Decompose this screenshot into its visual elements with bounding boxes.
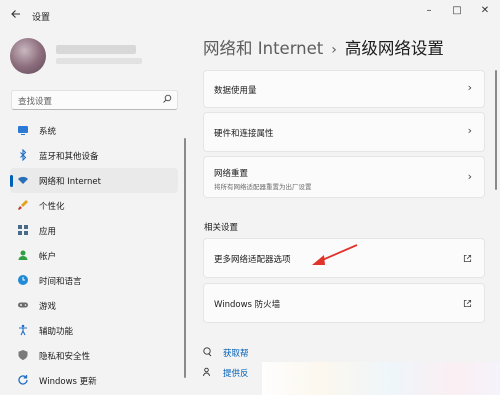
content-scrollbar[interactable] <box>495 70 497 190</box>
sidebar-item-label: 系统 <box>39 127 57 137</box>
back-button[interactable] <box>8 8 24 24</box>
user-email-blurred <box>56 58 142 64</box>
sidebar-item-label: 隐私和安全性 <box>39 352 91 362</box>
card-subtitle: 将所有网络适配器重置为出厂设置 <box>214 183 312 191</box>
maximize-button[interactable]: □ <box>446 4 468 18</box>
sidebar-item-label: 辅助功能 <box>39 327 74 337</box>
card-title: 硬件和连接属性 <box>214 129 274 139</box>
breadcrumb-separator: › <box>331 42 337 58</box>
get-help-label: 获取帮 <box>223 349 249 359</box>
card-title: 网络重置 <box>214 169 249 179</box>
user-name-blurred <box>56 45 136 54</box>
windows-firewall-card[interactable]: Windows 防火墙 <box>203 283 485 323</box>
sidebar-item-gaming[interactable]: 游戏 <box>10 293 178 318</box>
accessibility-icon <box>19 324 27 336</box>
bluetooth-icon <box>20 149 27 161</box>
sidebar-item-accounts[interactable]: 帐户 <box>10 243 178 268</box>
overlay-strip <box>262 362 500 395</box>
search-icon <box>163 94 172 103</box>
sidebar-nav: 系统 蓝牙和其他设备 网络和 Internet 个性化 应用 帐户 时间和语言 … <box>10 118 178 393</box>
data-usage-card[interactable]: 数据使用量 › <box>203 70 485 108</box>
sidebar-item-network[interactable]: 网络和 Internet <box>10 168 178 193</box>
shield-icon <box>18 350 28 360</box>
external-link-icon <box>463 299 472 308</box>
sidebar-item-accessibility[interactable]: 辅助功能 <box>10 318 178 343</box>
brush-icon <box>18 200 28 210</box>
minimize-button[interactable]: – <box>418 4 440 18</box>
sidebar-item-label: 网络和 Internet <box>39 177 101 187</box>
sidebar-item-label: 时间和语言 <box>39 277 82 287</box>
close-button[interactable]: ✕ <box>474 4 496 18</box>
sidebar-item-personalization[interactable]: 个性化 <box>10 193 178 218</box>
window-title: 设置 <box>32 13 51 23</box>
sidebar-item-label: 个性化 <box>39 202 65 212</box>
title-bar: 设置 – □ ✕ <box>0 0 500 30</box>
hardware-properties-card[interactable]: 硬件和连接属性 › <box>203 112 485 152</box>
wifi-icon <box>18 176 28 184</box>
card-title: 数据使用量 <box>214 86 257 96</box>
globe-clock-icon <box>18 275 28 285</box>
avatar[interactable] <box>10 38 46 74</box>
breadcrumb-parent[interactable]: 网络和 Internet <box>203 39 323 58</box>
sidebar-item-label: 帐户 <box>39 252 57 262</box>
active-indicator <box>10 175 13 187</box>
related-settings-heading: 相关设置 <box>204 223 239 233</box>
sidebar-item-label: Windows 更新 <box>39 377 97 387</box>
sidebar-item-windows-update[interactable]: Windows 更新 <box>10 368 178 393</box>
gamepad-icon <box>18 302 28 308</box>
sidebar-scrollbar[interactable] <box>184 138 186 378</box>
page-title: 高级网络设置 <box>344 39 444 58</box>
sidebar-item-label: 游戏 <box>39 302 57 312</box>
more-adapter-options-card[interactable]: 更多网络适配器选项 <box>203 238 485 278</box>
feedback-label: 提供反 <box>223 369 249 379</box>
sidebar-item-label: 应用 <box>39 227 57 237</box>
account-icon <box>18 250 28 260</box>
search-placeholder: 查找设置 <box>18 97 53 107</box>
update-icon <box>18 375 28 385</box>
search-box[interactable]: 查找设置 <box>11 90 178 110</box>
card-title: 更多网络适配器选项 <box>214 255 291 265</box>
sidebar-item-apps[interactable]: 应用 <box>10 218 178 243</box>
chevron-right-icon: › <box>467 124 472 137</box>
help-icon <box>203 347 212 357</box>
sidebar-item-label: 蓝牙和其他设备 <box>39 152 99 162</box>
monitor-icon <box>18 126 28 135</box>
external-link-icon <box>463 254 472 263</box>
feedback-icon <box>203 367 210 377</box>
breadcrumb: 网络和 Internet › 高级网络设置 <box>203 35 444 59</box>
chevron-right-icon: › <box>467 81 472 94</box>
card-title: Windows 防火墙 <box>214 300 281 310</box>
sidebar-item-bluetooth[interactable]: 蓝牙和其他设备 <box>10 143 178 168</box>
chevron-right-icon: › <box>467 170 472 183</box>
apps-icon <box>18 225 28 235</box>
network-reset-card[interactable]: 网络重置 将所有网络适配器重置为出厂设置 › <box>203 156 485 198</box>
sidebar-item-system[interactable]: 系统 <box>10 118 178 143</box>
sidebar-item-time-language[interactable]: 时间和语言 <box>10 268 178 293</box>
back-arrow-icon <box>11 10 20 18</box>
sidebar-item-privacy[interactable]: 隐私和安全性 <box>10 343 178 368</box>
